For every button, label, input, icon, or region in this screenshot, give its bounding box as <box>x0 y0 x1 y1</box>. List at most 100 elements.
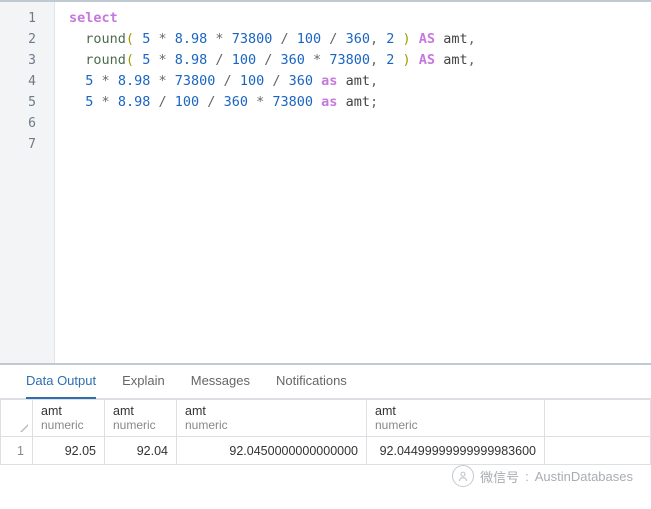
line-number: 6 <box>0 113 54 134</box>
cell[interactable]: 92.0450000000000000 <box>177 437 367 465</box>
token-sp <box>313 73 321 89</box>
token-op: / <box>215 52 223 68</box>
line-number: 5 <box>0 92 54 113</box>
cell[interactable]: 92.05 <box>33 437 105 465</box>
workspace: 1234567 select round( 5 * 8.98 * 73800 /… <box>0 0 651 509</box>
token-id: amt <box>346 94 370 110</box>
token-sp <box>313 94 321 110</box>
token-sp <box>134 52 142 68</box>
token-sp <box>435 52 443 68</box>
token-op: * <box>158 73 166 89</box>
column-header[interactable]: amtnumeric <box>177 400 367 437</box>
token-kw: AS <box>419 52 435 68</box>
column-type: numeric <box>375 418 536 432</box>
token-sp <box>281 73 289 89</box>
row-header-corner[interactable] <box>1 400 33 437</box>
token-comma: , <box>370 52 378 68</box>
token-num: 73800 <box>329 52 370 68</box>
line-number: 3 <box>0 50 54 71</box>
row-number[interactable]: 1 <box>1 437 33 465</box>
cell[interactable]: 92.04 <box>105 437 177 465</box>
column-name: amt <box>375 404 536 418</box>
token-sp <box>289 31 297 47</box>
token-sp <box>337 73 345 89</box>
tab-data-output[interactable]: Data Output <box>26 373 96 399</box>
code-line[interactable]: 5 * 8.98 * 73800 / 100 / 360 as amt, <box>69 71 651 92</box>
token-sp <box>110 94 118 110</box>
code-line[interactable] <box>69 113 651 134</box>
token-sp <box>167 73 175 89</box>
token-num: 100 <box>175 94 199 110</box>
token-sp <box>69 31 85 47</box>
line-number: 7 <box>0 134 54 155</box>
code-line[interactable]: round( 5 * 8.98 * 73800 / 100 / 360, 2 )… <box>69 29 651 50</box>
token-id: amt <box>346 73 370 89</box>
results-tabs: Data Output Explain Messages Notifications <box>0 365 651 399</box>
column-type: numeric <box>41 418 96 432</box>
token-num: 73800 <box>232 31 273 47</box>
token-sp <box>337 94 345 110</box>
line-number: 2 <box>0 29 54 50</box>
token-kw: select <box>69 10 118 26</box>
token-comma: , <box>468 31 476 47</box>
token-sp <box>215 73 223 89</box>
token-op: / <box>280 31 288 47</box>
token-sp <box>394 31 402 47</box>
code-area[interactable]: select round( 5 * 8.98 * 73800 / 100 / 3… <box>55 2 651 363</box>
token-num: 360 <box>346 31 370 47</box>
token-num: 360 <box>224 94 248 110</box>
token-num: 73800 <box>175 73 216 89</box>
token-kw: AS <box>419 31 435 47</box>
token-num: 73800 <box>272 94 313 110</box>
sql-editor[interactable]: 1234567 select round( 5 * 8.98 * 73800 /… <box>0 0 651 365</box>
token-sp <box>305 52 313 68</box>
token-kw: as <box>321 73 337 89</box>
column-header[interactable]: amtnumeric <box>105 400 177 437</box>
column-type: numeric <box>113 418 168 432</box>
token-sp <box>134 31 142 47</box>
token-comma: ; <box>370 94 378 110</box>
token-sp <box>394 52 402 68</box>
tab-notifications[interactable]: Notifications <box>276 373 347 392</box>
token-paren: ) <box>403 52 411 68</box>
token-id: amt <box>443 52 467 68</box>
token-op: / <box>158 94 166 110</box>
token-fn: round <box>85 52 126 68</box>
token-sp <box>256 52 264 68</box>
token-comma: , <box>468 52 476 68</box>
token-num: 8.98 <box>175 31 208 47</box>
token-paren: ( <box>126 52 134 68</box>
tab-messages[interactable]: Messages <box>191 373 250 392</box>
token-comma: , <box>370 31 378 47</box>
code-line[interactable]: 5 * 8.98 / 100 / 360 * 73800 as amt; <box>69 92 651 113</box>
table-row[interactable]: 192.0592.0492.045000000000000092.0449999… <box>1 437 651 465</box>
token-sp <box>378 52 386 68</box>
code-line[interactable] <box>69 134 651 155</box>
token-sp <box>93 94 101 110</box>
token-sp <box>411 31 419 47</box>
token-sp <box>167 52 175 68</box>
code-line[interactable]: select <box>69 8 651 29</box>
code-line[interactable]: round( 5 * 8.98 / 100 / 360 * 73800, 2 )… <box>69 50 651 71</box>
token-op: * <box>158 52 166 68</box>
token-op: / <box>224 73 232 89</box>
token-num: 360 <box>289 73 313 89</box>
results-grid-wrap[interactable]: amtnumericamtnumericamtnumericamtnumeric… <box>0 399 651 465</box>
column-header[interactable]: amtnumeric <box>367 400 545 437</box>
token-sp <box>167 31 175 47</box>
token-sp <box>337 31 345 47</box>
token-op: / <box>272 73 280 89</box>
tab-explain[interactable]: Explain <box>122 373 165 392</box>
token-paren: ) <box>403 31 411 47</box>
token-op: * <box>215 31 223 47</box>
token-num: 100 <box>240 73 264 89</box>
column-name: amt <box>113 404 168 418</box>
token-num: 360 <box>281 52 305 68</box>
column-header[interactable]: amtnumeric <box>33 400 105 437</box>
line-number-gutter: 1234567 <box>0 2 55 363</box>
token-num: 100 <box>232 52 256 68</box>
line-number: 1 <box>0 8 54 29</box>
cell[interactable]: 92.04499999999999983600 <box>367 437 545 465</box>
token-sp <box>167 94 175 110</box>
token-sp <box>93 73 101 89</box>
